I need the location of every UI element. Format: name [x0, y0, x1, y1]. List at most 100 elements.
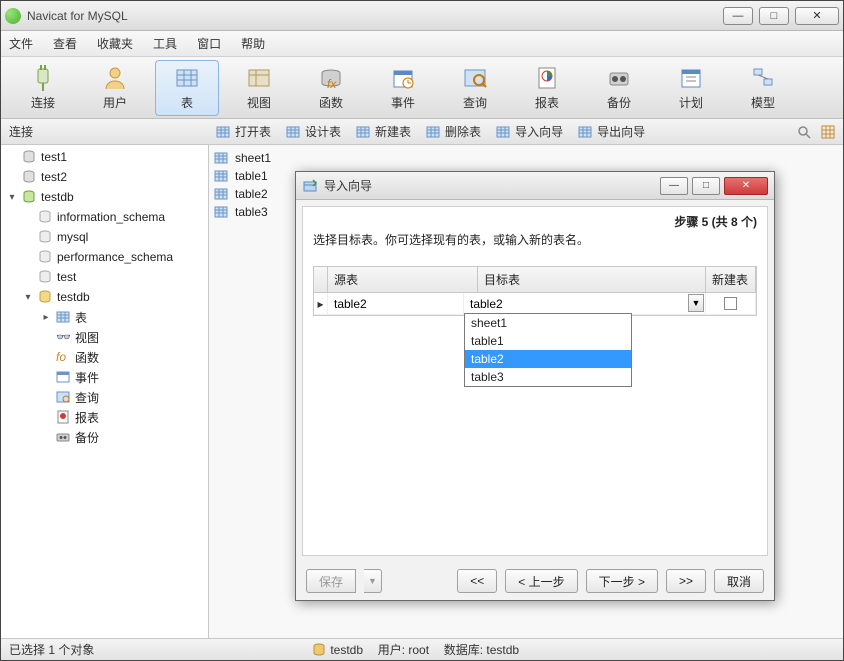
dropdown-option[interactable]: table2: [465, 350, 631, 368]
connection-tree[interactable]: test1test2▾testdbinformation_schemamysql…: [1, 145, 209, 638]
db-icon: [312, 643, 326, 657]
tree-item[interactable]: test: [1, 267, 208, 287]
tree-item[interactable]: 查询: [1, 387, 208, 407]
view-icon: 👓: [55, 329, 71, 345]
action-button[interactable]: 设计表: [285, 123, 341, 140]
save-dropdown-button[interactable]: ▼: [364, 569, 382, 593]
grid-view-icon[interactable]: [821, 125, 835, 139]
col-new: 新建表: [706, 267, 756, 292]
next-button[interactable]: 下一步 >: [586, 569, 658, 593]
target-dropdown: sheet1table1table2table3: [464, 313, 632, 387]
minimize-button[interactable]: —: [723, 7, 753, 25]
tree-item-label: test: [57, 270, 76, 284]
dialog-maximize-button[interactable]: □: [692, 177, 720, 195]
caret-icon: ▸: [41, 312, 51, 323]
dropdown-option[interactable]: sheet1: [465, 314, 631, 332]
table-item-label: table1: [235, 169, 268, 183]
toolbar-plug-button[interactable]: 连接: [11, 60, 75, 116]
func-icon: fo: [55, 349, 71, 365]
table-icon: [355, 124, 371, 140]
toolbar-plan-button[interactable]: 计划: [659, 60, 723, 116]
dropdown-option[interactable]: table3: [465, 368, 631, 386]
tree-item[interactable]: 报表: [1, 407, 208, 427]
menu-help[interactable]: 帮助: [241, 35, 265, 52]
first-button[interactable]: <<: [457, 569, 497, 593]
tree-item-label: 函数: [75, 349, 99, 366]
tree-item[interactable]: fo函数: [1, 347, 208, 367]
schema-icon: [37, 249, 53, 265]
app-window: Navicat for MySQL — □ ✕ 文件 查看 收藏夹 工具 窗口 …: [0, 0, 844, 661]
dropdown-option[interactable]: table1: [465, 332, 631, 350]
view-icon: [245, 64, 273, 92]
menu-tools[interactable]: 工具: [153, 35, 177, 52]
tree-item[interactable]: test2: [1, 167, 208, 187]
maximize-button[interactable]: □: [759, 7, 789, 25]
tree-item-label: test1: [41, 150, 67, 164]
toolbar-table-button[interactable]: 表: [155, 60, 219, 116]
tree-item-label: 备份: [75, 429, 99, 446]
statusbar: 已选择 1 个对象 testdb 用户: root 数据库: testdb: [1, 638, 843, 660]
tree-item[interactable]: information_schema: [1, 207, 208, 227]
status-selection: 已选择 1 个对象: [9, 641, 94, 658]
subtoolbar: 连接 打开表设计表新建表删除表导入向导导出向导: [1, 119, 843, 145]
last-button[interactable]: >>: [666, 569, 706, 593]
prev-button[interactable]: < 上一步: [505, 569, 577, 593]
caret-icon: ▾: [7, 192, 17, 203]
subbar-left-label: 连接: [1, 123, 209, 140]
action-button[interactable]: 新建表: [355, 123, 411, 140]
schema-open-icon: [37, 289, 53, 305]
dialog-minimize-button[interactable]: —: [660, 177, 688, 195]
menu-window[interactable]: 窗口: [197, 35, 221, 52]
table-icon: [215, 124, 231, 140]
tree-item[interactable]: ▾testdb: [1, 287, 208, 307]
tree-item-label: mysql: [57, 230, 88, 244]
table-icon: [213, 168, 229, 184]
menu-favorites[interactable]: 收藏夹: [97, 35, 133, 52]
plug-icon: [29, 64, 57, 92]
save-button[interactable]: 保存: [306, 569, 356, 593]
action-button[interactable]: 打开表: [215, 123, 271, 140]
action-button[interactable]: 导入向导: [495, 123, 563, 140]
caret-icon: ▾: [23, 292, 33, 303]
action-button[interactable]: 删除表: [425, 123, 481, 140]
table-item[interactable]: sheet1: [213, 149, 839, 167]
dialog-close-button[interactable]: ✕: [724, 177, 768, 195]
toolbar-view-button[interactable]: 视图: [227, 60, 291, 116]
tree-item[interactable]: 👓视图: [1, 327, 208, 347]
target-table-input[interactable]: [470, 295, 699, 313]
status-database: 数据库: testdb: [444, 641, 519, 658]
tree-item[interactable]: 事件: [1, 367, 208, 387]
tree-item[interactable]: 备份: [1, 427, 208, 447]
mapping-row: ▸ table2 ▼ sheet1table1table2table3: [314, 293, 756, 315]
menu-file[interactable]: 文件: [9, 35, 33, 52]
cancel-button[interactable]: 取消: [714, 569, 764, 593]
tree-item[interactable]: test1: [1, 147, 208, 167]
dialog-footer: 保存 ▼ << < 上一步 下一步 > >> 取消: [296, 562, 774, 600]
menu-view[interactable]: 查看: [53, 35, 77, 52]
close-button[interactable]: ✕: [795, 7, 839, 25]
toolbar-backup-button[interactable]: 备份: [587, 60, 651, 116]
tree-item[interactable]: ▾testdb: [1, 187, 208, 207]
tree-item[interactable]: performance_schema: [1, 247, 208, 267]
toolbar-model-button[interactable]: 模型: [731, 60, 795, 116]
target-dropdown-button[interactable]: ▼: [688, 294, 704, 312]
report-icon: [55, 409, 71, 425]
new-table-checkbox[interactable]: [724, 297, 737, 310]
tree-item-label: 表: [75, 309, 87, 326]
tree-item-label: information_schema: [57, 210, 165, 224]
row-marker-icon: ▸: [314, 293, 328, 314]
import-icon: [302, 178, 318, 194]
backup-icon: [605, 64, 633, 92]
search-icon[interactable]: [797, 125, 811, 139]
toolbar-event-button[interactable]: 事件: [371, 60, 435, 116]
toolbar-func-button[interactable]: fx函数: [299, 60, 363, 116]
tree-item[interactable]: ▸表: [1, 307, 208, 327]
toolbar-report-button[interactable]: 报表: [515, 60, 579, 116]
toolbar-query-button[interactable]: 查询: [443, 60, 507, 116]
svg-text:👓: 👓: [56, 330, 71, 344]
svg-text:fx: fx: [327, 77, 337, 91]
action-button[interactable]: 导出向导: [577, 123, 645, 140]
toolbar-user-button[interactable]: 用户: [83, 60, 147, 116]
app-title: Navicat for MySQL: [27, 9, 717, 23]
tree-item[interactable]: mysql: [1, 227, 208, 247]
